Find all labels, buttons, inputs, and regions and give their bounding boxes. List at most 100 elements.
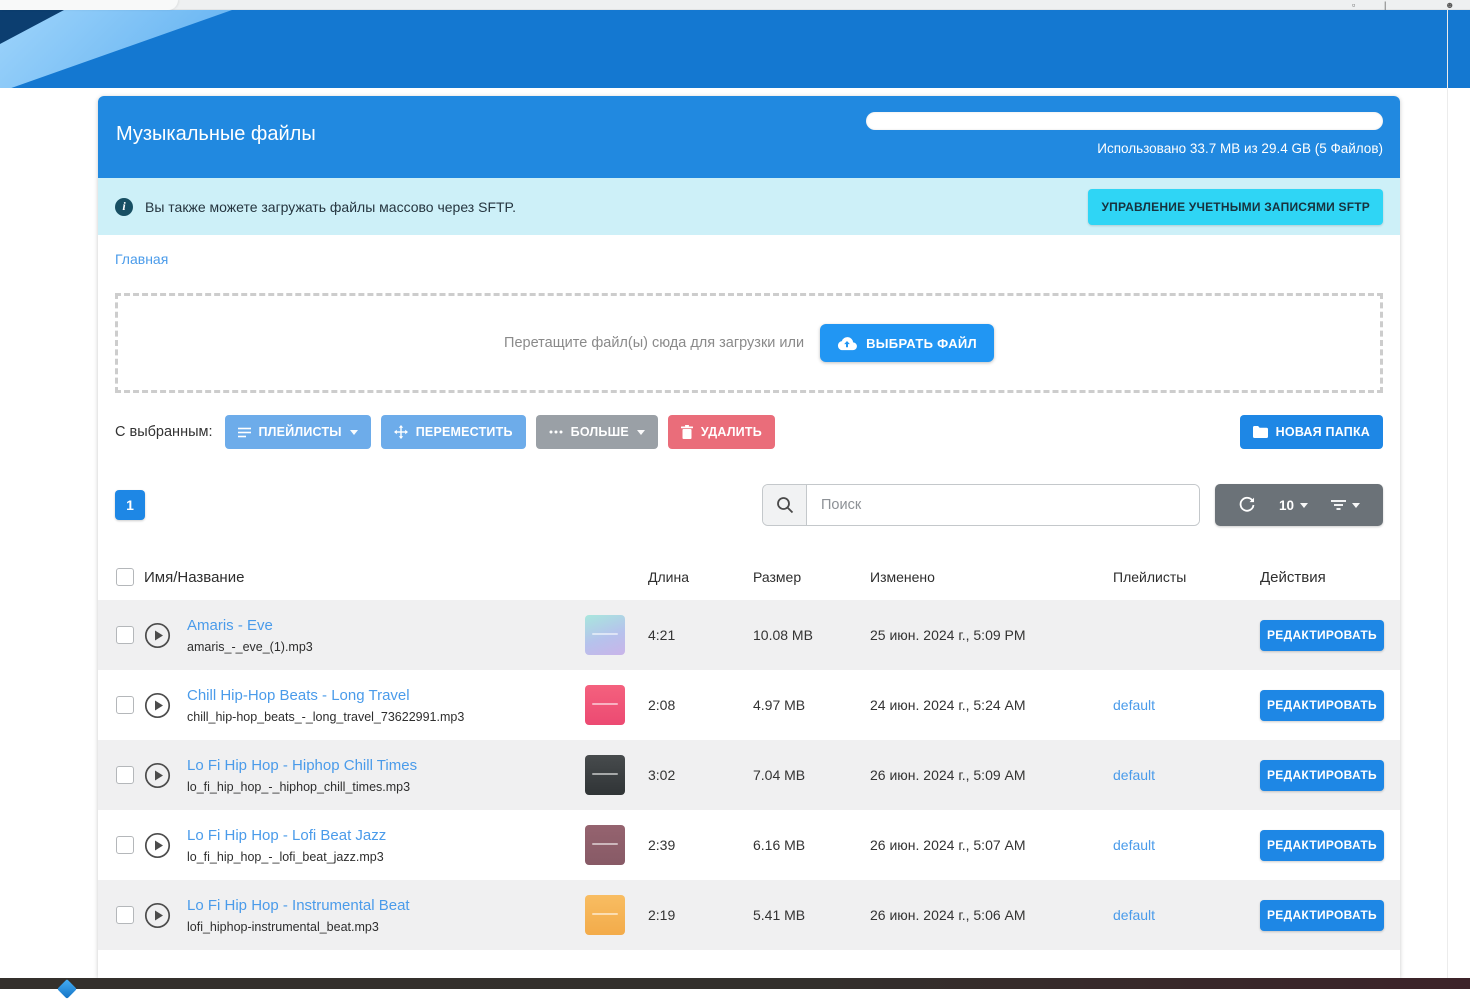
chevron-down-icon	[1352, 503, 1360, 508]
list-toolbar: 1 10	[115, 484, 1383, 526]
file-title-link[interactable]: Chill Hip-Hop Beats - Long Travel	[187, 687, 585, 704]
browser-chrome: ▫ | ☻	[0, 0, 1470, 10]
file-modified: 26 июн. 2024 г., 5:09 AM	[870, 767, 1113, 783]
sftp-info-banner: i Вы также можете загружать файлы массов…	[98, 178, 1400, 235]
upload-dropzone[interactable]: Перетащите файл(ы) сюда для загрузки или…	[115, 293, 1383, 393]
file-name: lo_fi_hip_hop_-_lofi_beat_jazz.mp3	[187, 850, 585, 864]
playlist-link[interactable]: default	[1113, 767, 1155, 783]
file-size: 6.16 MB	[753, 837, 870, 853]
edit-button[interactable]: РЕДАКТИРОВАТЬ	[1260, 690, 1384, 721]
album-art	[585, 685, 625, 725]
select-all-checkbox[interactable]	[116, 568, 134, 586]
per-page-select[interactable]: 10	[1279, 498, 1308, 513]
bulk-actions-row: С выбранным: ПЛЕЙЛИСТЫ ПЕРЕМЕСТИТЬ	[115, 415, 1383, 449]
sort-select[interactable]	[1331, 499, 1360, 511]
breadcrumb-home-link[interactable]: Главная	[115, 251, 168, 267]
album-art	[585, 825, 625, 865]
sort-lines-icon	[1331, 499, 1346, 511]
file-title-link[interactable]: Amaris - Eve	[187, 617, 585, 634]
music-files-panel: Музыкальные файлы Использовано 33.7 MB и…	[98, 96, 1400, 978]
column-header-modified[interactable]: Изменено	[870, 569, 1113, 585]
play-button[interactable]	[144, 902, 171, 929]
dropzone-prompt: Перетащите файл(ы) сюда для загрузки или	[504, 335, 804, 351]
row-checkbox[interactable]	[116, 906, 134, 924]
page-footer	[0, 978, 1470, 989]
file-title-link[interactable]: Lo Fi Hip Hop - Instrumental Beat	[187, 897, 585, 914]
file-title-link[interactable]: Lo Fi Hip Hop - Lofi Beat Jazz	[187, 827, 585, 844]
delete-button[interactable]: УДАЛИТЬ	[668, 415, 775, 449]
file-duration: 2:08	[648, 697, 753, 713]
table-header-row: Имя/Название Длина Размер Изменено Плейл…	[98, 554, 1400, 600]
row-checkbox[interactable]	[116, 626, 134, 644]
file-modified: 26 июн. 2024 г., 5:06 AM	[870, 907, 1113, 923]
file-duration: 2:19	[648, 907, 753, 923]
breadcrumb: Главная	[115, 251, 1383, 269]
file-duration: 2:39	[648, 837, 753, 853]
search-button[interactable]	[763, 485, 807, 525]
row-checkbox[interactable]	[116, 696, 134, 714]
refresh-button[interactable]	[1238, 496, 1256, 514]
column-header-name[interactable]: Имя/Название	[144, 569, 648, 586]
scrollbar-track[interactable]	[1447, 10, 1448, 989]
column-header-size[interactable]: Размер	[753, 569, 870, 585]
search-input[interactable]	[807, 485, 1199, 525]
search-icon	[776, 496, 794, 514]
file-name: amaris_-_eve_(1).mp3	[187, 640, 585, 654]
page-1-button[interactable]: 1	[115, 490, 145, 520]
file-size: 4.97 MB	[753, 697, 870, 713]
file-duration: 4:21	[648, 627, 753, 643]
file-modified: 26 июн. 2024 г., 5:07 AM	[870, 837, 1113, 853]
storage-usage-text: Использовано 33.7 MB из 29.4 GB (5 Файло…	[1097, 141, 1383, 156]
album-art	[585, 755, 625, 795]
move-icon	[394, 425, 408, 439]
file-name: lo_fi_hip_hop_-_hiphop_chill_times.mp3	[187, 780, 585, 794]
play-button[interactable]	[144, 692, 171, 719]
footer-logo	[57, 979, 77, 999]
table-row: Lo Fi Hip Hop - Instrumental Beat lofi_h…	[98, 880, 1400, 950]
with-selected-label: С выбранным:	[115, 424, 213, 440]
playlist-link[interactable]: default	[1113, 837, 1155, 853]
page-title: Музыкальные файлы	[116, 123, 316, 146]
cloud-upload-icon	[837, 336, 857, 351]
column-header-length[interactable]: Длина	[648, 569, 753, 585]
playlist-link[interactable]: default	[1113, 697, 1155, 713]
table-row: Chill Hip-Hop Beats - Long Travel chill_…	[98, 670, 1400, 740]
play-button[interactable]	[144, 762, 171, 789]
edit-button[interactable]: РЕДАКТИРОВАТЬ	[1260, 900, 1384, 931]
manage-sftp-accounts-button[interactable]: УПРАВЛЕНИЕ УЧЕТНЫМИ ЗАПИСЯМИ SFTP	[1088, 189, 1383, 225]
edit-button[interactable]: РЕДАКТИРОВАТЬ	[1260, 760, 1384, 791]
browser-tab[interactable]	[0, 0, 178, 10]
move-button[interactable]: ПЕРЕМЕСТИТЬ	[381, 415, 526, 449]
album-art	[585, 895, 625, 935]
file-name: chill_hip-hop_beats_-_long_travel_736229…	[187, 710, 585, 724]
table-row: Amaris - Eve amaris_-_eve_(1).mp3 4:21 1…	[98, 600, 1400, 670]
play-button[interactable]	[144, 832, 171, 859]
more-button[interactable]: БОЛЬШЕ	[536, 415, 658, 449]
column-header-actions: Действия	[1260, 569, 1400, 586]
chevron-down-icon	[350, 430, 358, 435]
playlists-button[interactable]: ПЛЕЙЛИСТЫ	[225, 415, 371, 449]
site-header-band	[0, 10, 1470, 88]
trash-icon	[681, 425, 693, 439]
file-size: 10.08 MB	[753, 627, 870, 643]
chevron-down-icon	[637, 430, 645, 435]
playlist-link[interactable]: default	[1113, 907, 1155, 923]
file-name: lofi_hiphop-instrumental_beat.mp3	[187, 920, 585, 934]
file-modified: 24 июн. 2024 г., 5:24 AM	[870, 697, 1113, 713]
file-size: 7.04 MB	[753, 767, 870, 783]
choose-file-button[interactable]: ВЫБРАТЬ ФАЙЛ	[820, 324, 994, 362]
row-checkbox[interactable]	[116, 766, 134, 784]
column-header-playlists[interactable]: Плейлисты	[1113, 569, 1260, 585]
play-button[interactable]	[144, 622, 171, 649]
file-title-link[interactable]: Lo Fi Hip Hop - Hiphop Chill Times	[187, 757, 585, 774]
new-folder-button[interactable]: НОВАЯ ПАПКА	[1240, 415, 1383, 449]
chevron-down-icon	[1300, 503, 1308, 508]
profile-icon[interactable]: ☻	[1445, 1, 1454, 10]
sftp-info-text: Вы также можете загружать файлы массово …	[145, 199, 1076, 215]
extension-icon[interactable]: |	[1384, 1, 1386, 10]
table-settings-toolbar: 10	[1215, 484, 1383, 526]
row-checkbox[interactable]	[116, 836, 134, 854]
bookmark-icon[interactable]: ▫	[1352, 1, 1355, 10]
edit-button[interactable]: РЕДАКТИРОВАТЬ	[1260, 620, 1384, 651]
edit-button[interactable]: РЕДАКТИРОВАТЬ	[1260, 830, 1384, 861]
